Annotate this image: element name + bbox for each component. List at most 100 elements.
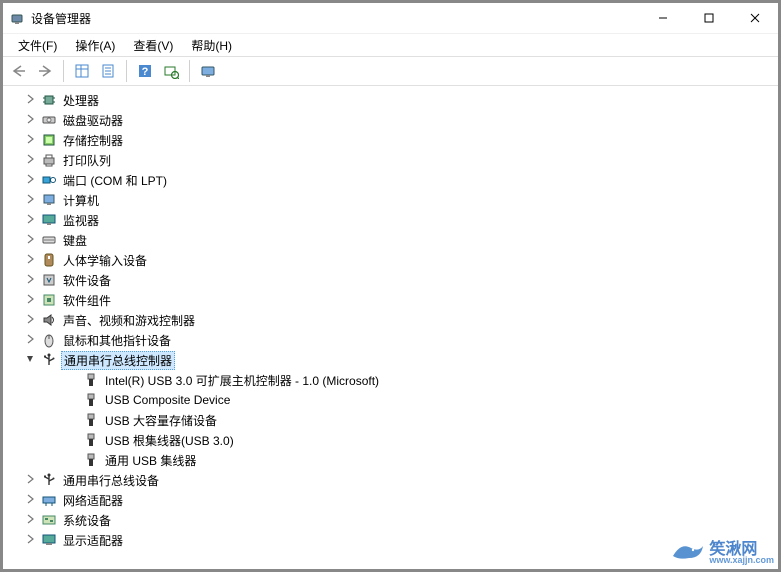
scan-hardware-button[interactable] xyxy=(159,59,183,83)
expand-arrow-icon[interactable] xyxy=(25,94,41,107)
device-manager-window: 设备管理器 文件(F) 操作(A) 查看(V) 帮助(H) xyxy=(0,0,781,572)
port-icon xyxy=(41,172,57,188)
tree-item-label: USB Composite Device xyxy=(103,393,232,407)
tree-category[interactable]: 端口 (COM 和 LPT) xyxy=(3,170,778,190)
help-button[interactable]: ? xyxy=(133,59,157,83)
close-button[interactable] xyxy=(732,3,778,33)
toolbar: ? xyxy=(3,56,778,86)
usb-plug-icon xyxy=(83,412,99,428)
app-icon xyxy=(9,10,25,26)
properties-button[interactable] xyxy=(96,59,120,83)
tree-item-label: 磁盘驱动器 xyxy=(61,112,125,129)
tree-category[interactable]: 通用串行总线设备 xyxy=(3,470,778,490)
menu-help[interactable]: 帮助(H) xyxy=(182,35,241,56)
expand-arrow-icon[interactable] xyxy=(25,474,41,487)
tree-item-label: 系统设备 xyxy=(61,512,113,529)
expand-arrow-icon[interactable] xyxy=(25,214,41,227)
tree-item-label: 软件设备 xyxy=(61,272,113,289)
expand-arrow-icon[interactable] xyxy=(25,114,41,127)
expand-arrow-icon[interactable] xyxy=(25,174,41,187)
tree-category[interactable]: 显示适配器 xyxy=(3,530,778,550)
tree-item-label: 声音、视频和游戏控制器 xyxy=(61,312,197,329)
shark-icon xyxy=(671,538,705,562)
tree-item-label: USB 根集线器(USB 3.0) xyxy=(103,432,236,449)
hid-icon xyxy=(41,252,57,268)
tree-item-label: 通用 USB 集线器 xyxy=(103,452,198,469)
tree-category[interactable]: 处理器 xyxy=(3,90,778,110)
tree-category[interactable]: 监视器 xyxy=(3,210,778,230)
printer-icon xyxy=(41,152,57,168)
display-icon xyxy=(41,532,57,548)
tree-category[interactable]: 软件组件 xyxy=(3,290,778,310)
collapse-arrow-icon[interactable] xyxy=(25,354,41,367)
toolbar-separator xyxy=(126,60,127,82)
menu-view[interactable]: 查看(V) xyxy=(124,35,182,56)
tree-item-label: 显示适配器 xyxy=(61,532,125,549)
expand-arrow-icon[interactable] xyxy=(25,514,41,527)
expand-arrow-icon[interactable] xyxy=(25,134,41,147)
expand-arrow-icon[interactable] xyxy=(25,534,41,547)
expand-arrow-icon[interactable] xyxy=(25,274,41,287)
show-hidden-button[interactable] xyxy=(196,59,220,83)
monitor-icon xyxy=(41,212,57,228)
expand-arrow-icon[interactable] xyxy=(25,494,41,507)
tree-category[interactable]: 打印队列 xyxy=(3,150,778,170)
tree-category[interactable]: 系统设备 xyxy=(3,510,778,530)
swdev-icon xyxy=(41,272,57,288)
menu-file[interactable]: 文件(F) xyxy=(9,35,66,56)
expand-arrow-icon[interactable] xyxy=(25,314,41,327)
tree-category[interactable]: 存储控制器 xyxy=(3,130,778,150)
tree-device[interactable]: Intel(R) USB 3.0 可扩展主机控制器 - 1.0 (Microso… xyxy=(3,370,778,390)
back-button[interactable] xyxy=(7,59,31,83)
tree-item-label: 存储控制器 xyxy=(61,132,125,149)
svg-text:?: ? xyxy=(142,66,149,78)
tree-item-label: 通用串行总线控制器 xyxy=(61,351,175,370)
tree-device[interactable]: USB 大容量存储设备 xyxy=(3,410,778,430)
expand-arrow-icon[interactable] xyxy=(25,254,41,267)
device-tree[interactable]: 处理器磁盘驱动器存储控制器打印队列端口 (COM 和 LPT)计算机监视器键盘人… xyxy=(3,86,778,569)
tree-item-label: 软件组件 xyxy=(61,292,113,309)
usb-plug-icon xyxy=(83,452,99,468)
tree-item-label: 网络适配器 xyxy=(61,492,125,509)
tree-category[interactable]: 软件设备 xyxy=(3,270,778,290)
cpu-icon xyxy=(41,92,57,108)
network-icon xyxy=(41,492,57,508)
expand-arrow-icon[interactable] xyxy=(25,154,41,167)
watermark: 笶湫网 www.xajjn.com xyxy=(671,535,774,565)
maximize-button[interactable] xyxy=(686,3,732,33)
expand-arrow-icon[interactable] xyxy=(25,334,41,347)
tree-device[interactable]: USB 根集线器(USB 3.0) xyxy=(3,430,778,450)
tree-category[interactable]: 鼠标和其他指针设备 xyxy=(3,330,778,350)
keyboard-icon xyxy=(41,232,57,248)
tree-device[interactable]: USB Composite Device xyxy=(3,390,778,410)
tree-item-label: 鼠标和其他指针设备 xyxy=(61,332,173,349)
usb-icon xyxy=(41,472,57,488)
tree-category[interactable]: 磁盘驱动器 xyxy=(3,110,778,130)
window-buttons xyxy=(640,3,778,33)
tree-category[interactable]: 网络适配器 xyxy=(3,490,778,510)
expand-arrow-icon[interactable] xyxy=(25,194,41,207)
tree-item-label: 端口 (COM 和 LPT) xyxy=(61,172,169,189)
forward-button[interactable] xyxy=(33,59,57,83)
usb-icon xyxy=(41,352,57,368)
menubar: 文件(F) 操作(A) 查看(V) 帮助(H) xyxy=(3,34,778,56)
pc-icon xyxy=(41,192,57,208)
tree-category[interactable]: 通用串行总线控制器 xyxy=(3,350,778,370)
tree-category[interactable]: 键盘 xyxy=(3,230,778,250)
tree-category[interactable]: 人体学输入设备 xyxy=(3,250,778,270)
tree-category[interactable]: 声音、视频和游戏控制器 xyxy=(3,310,778,330)
toolbar-separator xyxy=(189,60,190,82)
tree-item-label: 监视器 xyxy=(61,212,101,229)
tree-item-label: 键盘 xyxy=(61,232,89,249)
titlebar: 设备管理器 xyxy=(3,3,778,34)
menu-action[interactable]: 操作(A) xyxy=(66,35,124,56)
expand-arrow-icon[interactable] xyxy=(25,234,41,247)
tree-device[interactable]: 通用 USB 集线器 xyxy=(3,450,778,470)
toolbar-separator xyxy=(63,60,64,82)
console-tree-button[interactable] xyxy=(70,59,94,83)
minimize-button[interactable] xyxy=(640,3,686,33)
tree-category[interactable]: 计算机 xyxy=(3,190,778,210)
disk-icon xyxy=(41,112,57,128)
expand-arrow-icon[interactable] xyxy=(25,294,41,307)
watermark-url: www.xajjn.com xyxy=(709,555,774,565)
